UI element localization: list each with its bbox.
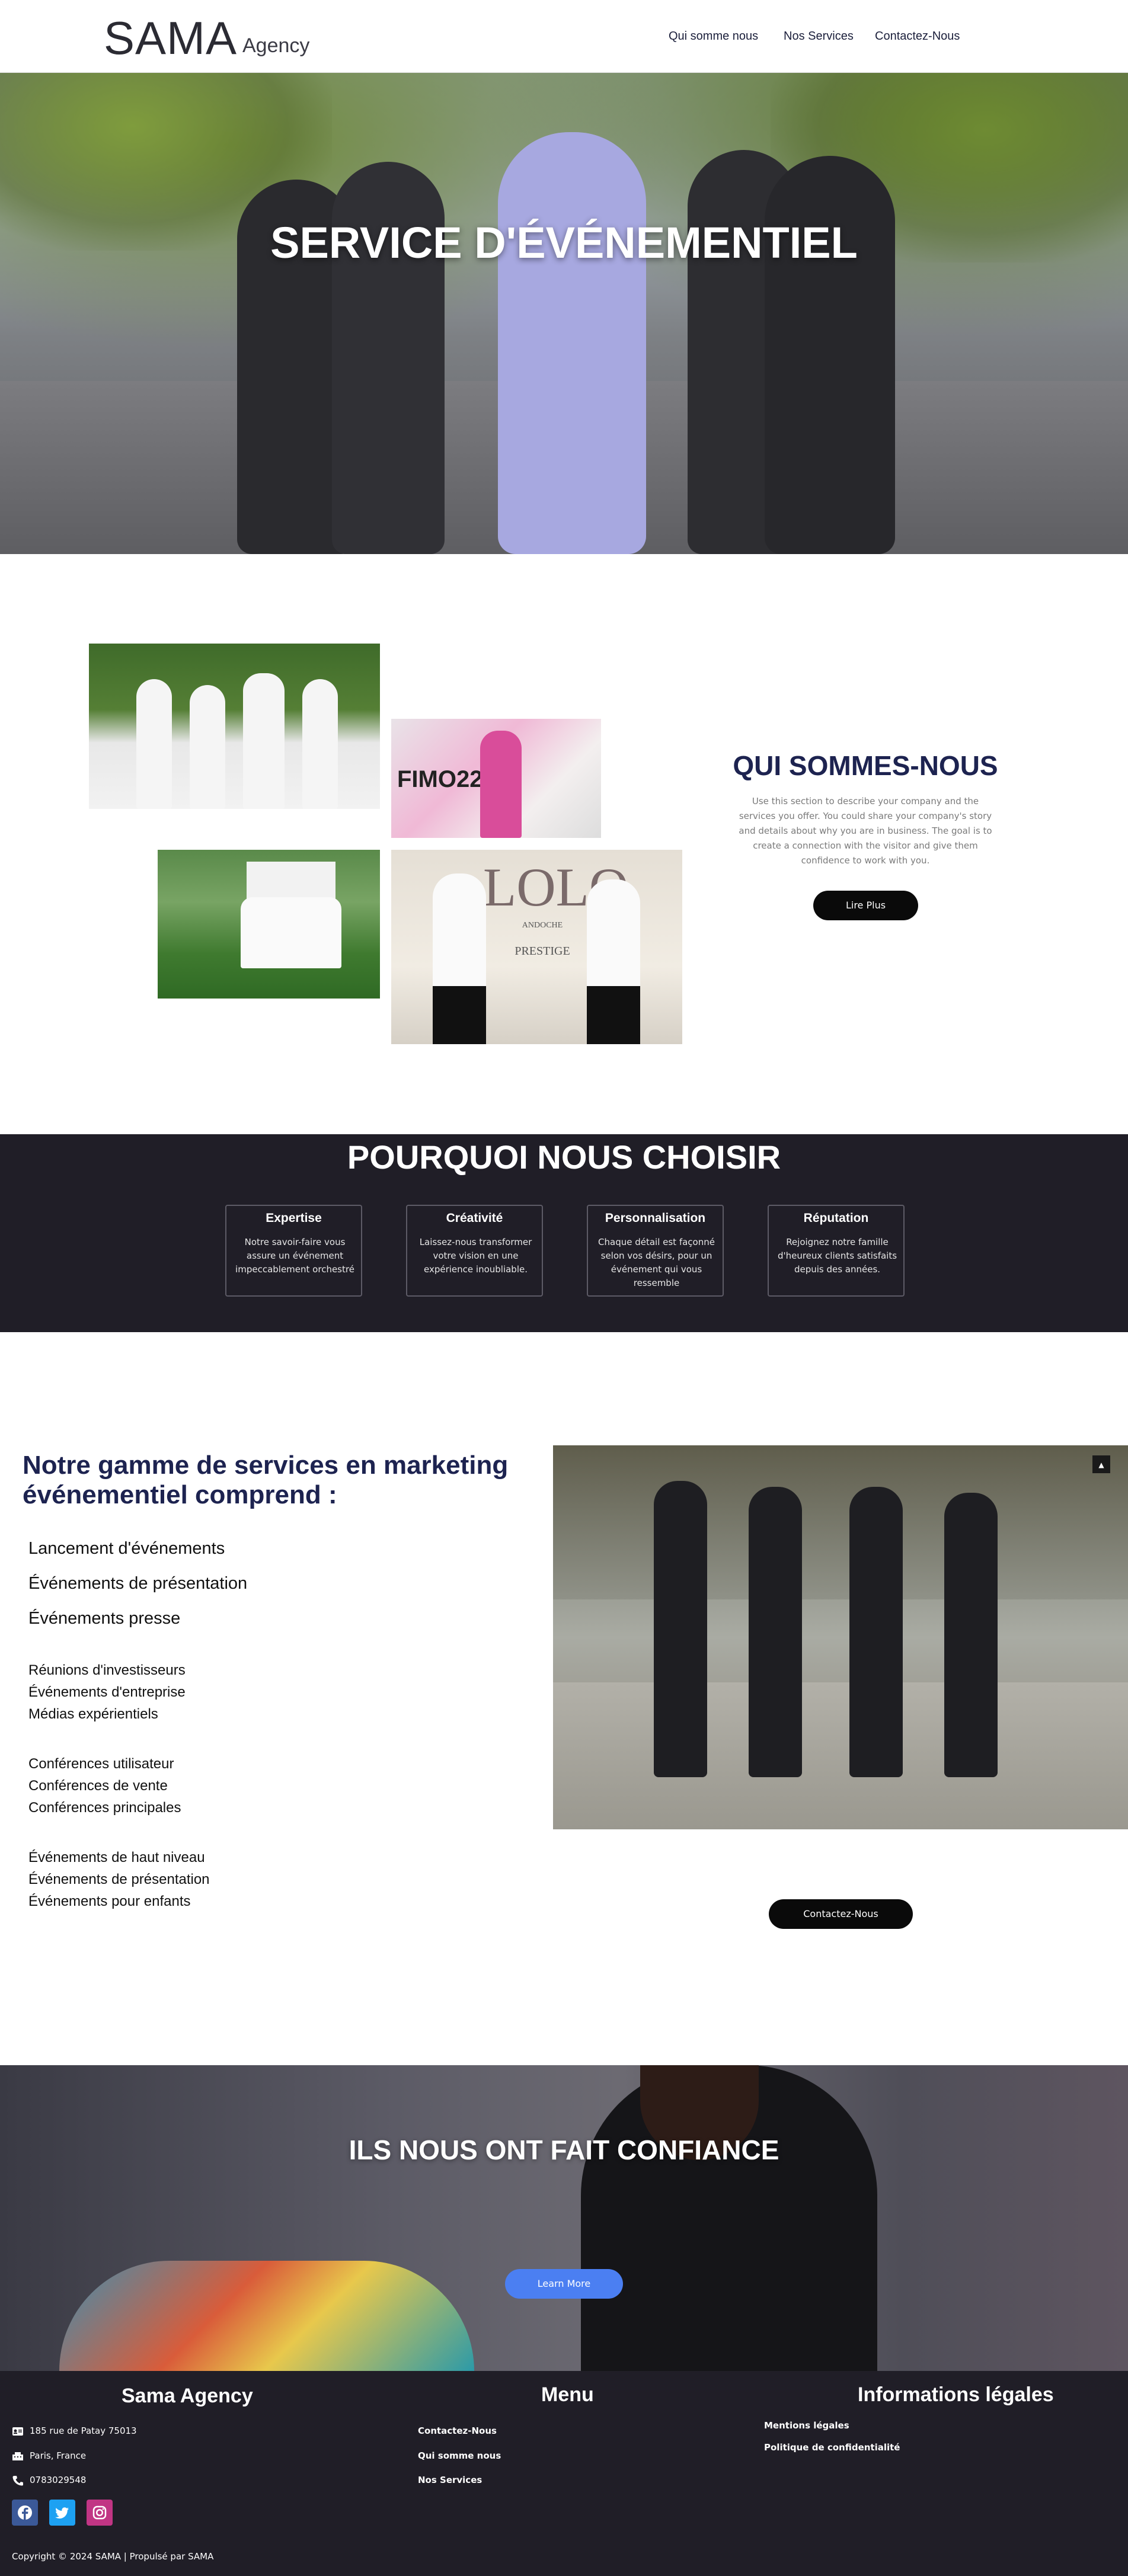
about-title: QUI SOMMES-NOUS [733,750,998,781]
card-text: Notre savoir-faire vous assure un événem… [235,1237,354,1275]
photo-team-white [89,644,380,809]
card-title: Personnalisation [605,1211,706,1225]
service-item: Événements pour enfants [28,1893,191,1909]
chevron-up-icon: ▲ [1098,1461,1104,1469]
service-item: Événements de haut niveau [28,1849,205,1865]
address-card-icon [12,2427,23,2436]
trust-title: ILS NOUS ONT FAIT CONFIANCE [349,2135,779,2165]
service-item: Conférences principales [28,1800,181,1816]
hero-person-5 [765,156,895,554]
twitter-button[interactable] [49,2500,75,2526]
services-title: Notre gamme de services en marketing évé… [23,1451,509,1509]
card-title: Créativité [446,1211,503,1225]
service-item: Médias expérientiels [28,1706,158,1722]
address-text: 185 rue de Patay 75013 [30,2425,137,2436]
service-item: Événements presse [28,1609,181,1628]
service-item: Événements de présentation [28,1574,248,1593]
card-text: Laissez-nous transformer votre vision en… [419,1237,532,1275]
phone-icon [12,2475,23,2485]
building-icon [12,2452,23,2460]
services-photo [553,1445,1128,1829]
footer-link-mentions[interactable]: Mentions légales [764,2418,849,2433]
footer-copyright: Copyright © 2024 SAMA | Propulsé par SAM… [12,2551,214,2562]
facebook-button[interactable] [12,2500,38,2526]
footer-link-services[interactable]: Nos Services [418,2473,482,2487]
why-title: POURQUOI NOUS CHOISIR [347,1138,781,1176]
service-item: Conférences de vente [28,1778,168,1794]
card-text: Rejoignez notre famille d'heureux client… [777,1237,897,1275]
learn-more-button[interactable]: Learn More [505,2269,623,2299]
contact-us-button[interactable]: Contactez-Nous [769,1899,913,1929]
photo-fimo228: FIMO228 [391,719,601,838]
footer-link-contact[interactable]: Contactez-Nous [418,2424,497,2438]
service-item: Lancement d'événements [28,1539,225,1558]
scroll-to-top-button[interactable]: ▲ [1092,1455,1110,1473]
nav-nos-services[interactable]: Nos Services [784,27,854,45]
card-text: Chaque détail est façonné selon vos dési… [598,1237,715,1288]
hero-title: SERVICE D'ÉVÉNEMENTIEL [270,218,858,267]
photo-lolo: LOLO ANDOCHE PRESTIGE [391,850,682,1044]
card-personnalisation: Personnalisation Chaque détail est façon… [587,1205,724,1297]
footer-phone: 0783029548 [12,2473,86,2487]
footer-brand: Sama Agency [122,2385,253,2407]
card-title: Expertise [266,1211,322,1225]
service-item: Événements de présentation [28,1871,210,1887]
instagram-icon [92,2505,107,2520]
hero-banner [0,73,1128,554]
footer-legal-title: Informations légales [858,2383,1054,2406]
card-creativite: Créativité Laissez-nous transformer votr… [406,1205,543,1297]
card-title: Réputation [803,1211,869,1225]
photo-group-garden [158,850,380,999]
service-item: Conférences utilisateur [28,1756,174,1772]
footer-menu-title: Menu [541,2383,594,2406]
footer-link-privacy[interactable]: Politique de confidentialité [764,2440,900,2455]
service-item: Réunions d'investisseurs [28,1662,186,1678]
photo-lolo-sign: LOLO [483,857,629,917]
service-item: Événements d'entreprise [28,1684,186,1700]
footer-link-about[interactable]: Qui somme nous [418,2449,501,2463]
nav-qui-somme-nous[interactable]: Qui somme nous [669,27,758,45]
footer-city: Paris, France [12,2449,86,2463]
read-more-button[interactable]: Lire Plus [813,891,918,920]
instagram-button[interactable] [87,2500,113,2526]
nav-contactez-nous[interactable]: Contactez-Nous [875,27,960,45]
logo-sama[interactable]: SAMA [104,11,237,65]
trust-banner [0,2065,1128,2371]
city-text: Paris, France [30,2450,87,2461]
footer-address: 185 rue de Patay 75013 [12,2424,137,2438]
hero-person-3 [498,132,646,554]
facebook-icon [18,2505,32,2520]
card-reputation: Réputation Rejoignez notre famille d'heu… [768,1205,905,1297]
about-text: Use this section to describe your compan… [739,796,992,866]
phone-text: 0783029548 [30,2475,87,2485]
twitter-icon [55,2507,69,2519]
logo-agency[interactable]: Agency [242,31,309,60]
card-expertise: Expertise Notre savoir-faire vous assure… [225,1205,362,1297]
